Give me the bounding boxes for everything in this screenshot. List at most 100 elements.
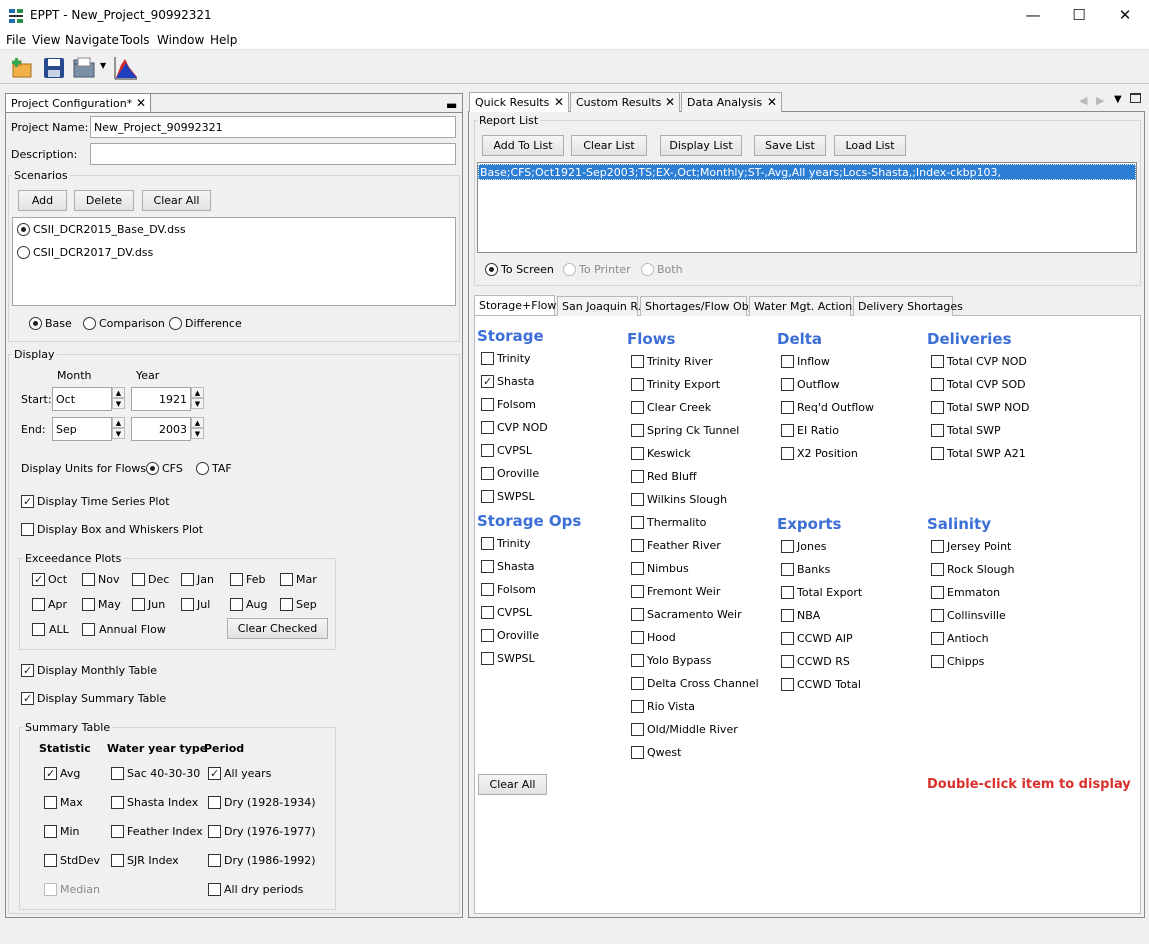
menu-window[interactable]: Window [157,33,204,47]
exports-ccwd-total-checkbox[interactable] [781,678,794,691]
mode-comparison-radio[interactable] [83,317,96,330]
exports-banks-checkbox[interactable] [781,563,794,576]
exceedance-aug-checkbox[interactable] [230,598,243,611]
subtab-shortages-flow-obj[interactable]: Shortages/Flow Obj. [640,296,755,316]
tab-custom-results[interactable]: Custom Results ✕ [570,92,680,112]
salinity-collinsville-checkbox[interactable] [931,609,944,622]
wy-shasta-index-checkbox[interactable] [111,796,124,809]
save-icon[interactable] [42,56,66,80]
flows-nimbus-checkbox[interactable] [631,562,644,575]
storage-cvp-nod-checkbox[interactable] [481,421,494,434]
scenario-item[interactable]: CSII_DCR2017_DV.dss [33,246,153,259]
flows-trinity-export-checkbox[interactable] [631,378,644,391]
scenario-radio-base[interactable] [17,223,30,236]
storage-ops-cvpsl-checkbox[interactable] [481,606,494,619]
exceedance-all-checkbox[interactable] [32,623,45,636]
flows-wilkins-slough-checkbox[interactable] [631,493,644,506]
exceedance-oct-checkbox[interactable] [32,573,45,586]
flows-qwest-checkbox[interactable] [631,746,644,759]
delta-x2-position-checkbox[interactable] [781,447,794,460]
add-scenario-button[interactable]: Add [18,190,67,211]
storage-swpsl-checkbox[interactable] [481,490,494,503]
storage-ops-trinity-checkbox[interactable] [481,537,494,550]
exceedance-jul-checkbox[interactable] [181,598,194,611]
salinity-antioch-checkbox[interactable] [931,632,944,645]
period-dry-1976-1977-checkbox[interactable] [208,825,221,838]
clear-list-button[interactable]: Clear List [571,135,647,156]
report-list-item[interactable]: Base;CFS;Oct1921-Sep2003;TS;EX-,Oct;Mont… [478,164,1136,180]
storage-ops-folsom-checkbox[interactable] [481,583,494,596]
exports-ccwd-aip-checkbox[interactable] [781,632,794,645]
stat-avg-checkbox[interactable] [44,767,57,780]
output-to-printer-radio[interactable] [563,263,576,276]
flows-delta-cross-channel-checkbox[interactable] [631,677,644,690]
dropdown-arrow-icon[interactable]: ▼ [100,61,106,70]
exceedance-jun-checkbox[interactable] [132,598,145,611]
exceedance-jan-checkbox[interactable] [181,573,194,586]
mode-base-radio[interactable] [29,317,42,330]
period-dry-1986-1992-checkbox[interactable] [208,854,221,867]
storage-ops-swpsl-checkbox[interactable] [481,652,494,665]
wy-sjr-index-checkbox[interactable] [111,854,124,867]
storage-ops-shasta-checkbox[interactable] [481,560,494,573]
end-month-spinner[interactable]: ▲ ▼ [111,417,125,441]
menu-file[interactable]: File [6,33,26,47]
end-month-input[interactable] [52,417,112,441]
delta-req-d-outflow-checkbox[interactable] [781,401,794,414]
period-dry-1928-1934-checkbox[interactable] [208,796,221,809]
flows-sacramento-weir-checkbox[interactable] [631,608,644,621]
close-tab-icon[interactable]: ✕ [136,96,146,110]
output-to-screen-radio[interactable] [485,263,498,276]
minimize-panel-icon[interactable]: ▬ [446,98,457,112]
clear-all-button[interactable]: Clear All [478,774,547,795]
stat-stddev-checkbox[interactable] [44,854,57,867]
storage-oroville-checkbox[interactable] [481,467,494,480]
chart-icon[interactable] [113,55,139,81]
summary-table-checkbox[interactable] [21,692,34,705]
close-window-button[interactable]: ✕ [1102,0,1148,30]
stat-max-checkbox[interactable] [44,796,57,809]
flows-fremont-weir-checkbox[interactable] [631,585,644,598]
start-year-spinner[interactable]: ▲ ▼ [190,387,204,411]
units-taf-radio[interactable] [196,462,209,475]
deliveries-total-cvp-sod-checkbox[interactable] [931,378,944,391]
deliveries-total-swp-checkbox[interactable] [931,424,944,437]
salinity-chipps-checkbox[interactable] [931,655,944,668]
open-folder-icon[interactable] [72,56,96,80]
flows-yolo-bypass-checkbox[interactable] [631,654,644,667]
flows-rio-vista-checkbox[interactable] [631,700,644,713]
exceedance-mar-checkbox[interactable] [280,573,293,586]
tab-quick-results[interactable]: Quick Results ✕ [469,92,569,112]
stat-median-checkbox[interactable] [44,883,57,896]
close-tab-icon[interactable]: ✕ [665,95,675,109]
end-year-input[interactable] [131,417,191,441]
monthly-table-checkbox[interactable] [21,664,34,677]
exceedance-sep-checkbox[interactable] [280,598,293,611]
maximize-panel-icon[interactable] [1130,93,1141,103]
stat-min-checkbox[interactable] [44,825,57,838]
maximize-button[interactable]: ☐ [1056,0,1102,30]
storage-trinity-checkbox[interactable] [481,352,494,365]
project-name-input[interactable] [90,116,456,138]
exceedance-may-checkbox[interactable] [82,598,95,611]
delta-inflow-checkbox[interactable] [781,355,794,368]
menu-view[interactable]: View [32,33,60,47]
exceedance-feb-checkbox[interactable] [230,573,243,586]
add-to-list-button[interactable]: Add To List [482,135,564,156]
exports-ccwd-rs-checkbox[interactable] [781,655,794,668]
exceedance-dec-checkbox[interactable] [132,573,145,586]
close-tab-icon[interactable]: ✕ [554,95,564,109]
exports-total-export-checkbox[interactable] [781,586,794,599]
deliveries-total-cvp-nod-checkbox[interactable] [931,355,944,368]
mode-difference-radio[interactable] [169,317,182,330]
salinity-jersey-point-checkbox[interactable] [931,540,944,553]
menu-navigate[interactable]: Navigate [65,33,119,47]
wy-feather-index-checkbox[interactable] [111,825,124,838]
start-month-spinner[interactable]: ▲ ▼ [111,387,125,411]
deliveries-total-swp-a21-checkbox[interactable] [931,447,944,460]
storage-folsom-checkbox[interactable] [481,398,494,411]
subtab-water-mgt-actions[interactable]: Water Mgt. Actions [749,296,858,316]
description-input[interactable] [90,143,456,165]
delta-outflow-checkbox[interactable] [781,378,794,391]
subtab-san-joaquin[interactable]: San Joaquin R. [557,296,641,316]
